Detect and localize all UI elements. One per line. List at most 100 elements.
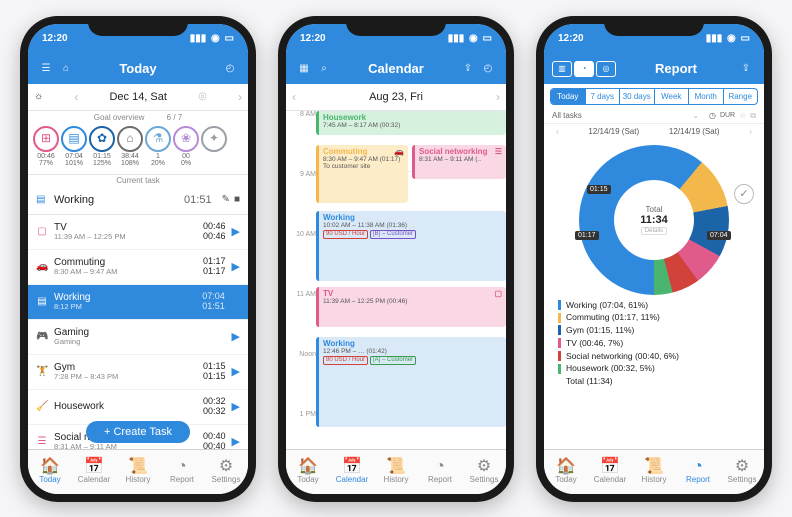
range-segmented-control[interactable]: Today7 days30 daysWeekMonthRange: [550, 88, 758, 105]
play-icon[interactable]: ▶: [232, 435, 240, 448]
calendar-body[interactable]: 8 AM9 AM10 AM11 AMNoon1 PM Housework7:45…: [286, 111, 506, 449]
play-icon[interactable]: ↻: [231, 295, 240, 308]
inbox-icon[interactable]: ⌂: [56, 63, 76, 74]
share-icon[interactable]: ⇪: [736, 63, 756, 74]
filter-row[interactable]: All tasks ⌄ ◷ DUR ☆ ⧉: [544, 109, 764, 124]
goal-item[interactable]: ⊞00:4677%: [32, 126, 60, 168]
clock-icon[interactable]: ◷: [709, 111, 716, 120]
phone-report: 12:20 ▮▮▮ ◉ ▭ ▥ ◔ ◎ Report ⇪ Today7 days…: [536, 16, 772, 502]
star-icon[interactable]: ☆: [739, 111, 746, 120]
details-button[interactable]: Details: [641, 227, 667, 235]
legend-item[interactable]: Gym (01:15, 11%): [558, 324, 750, 337]
date-picker-row[interactable]: ☼ ‹ Dec 14, Sat ◎ ›: [28, 84, 248, 111]
tab-today[interactable]: 🏠Today: [544, 450, 588, 494]
goal-item[interactable]: ❀000%: [172, 126, 200, 168]
play-icon[interactable]: ▶: [232, 225, 240, 238]
goal-item[interactable]: ⌂38:44108%: [116, 126, 144, 168]
timer-icon[interactable]: ◴: [220, 63, 240, 74]
filter-icon[interactable]: ☰: [36, 63, 56, 74]
task-row[interactable]: ▤Working8:12 PM07:0401:51↻: [28, 285, 248, 320]
segment-month[interactable]: Month: [689, 89, 724, 104]
edit-icon[interactable]: ✎: [222, 194, 230, 205]
goal-item[interactable]: ✦: [200, 126, 228, 168]
play-icon[interactable]: ▶: [232, 400, 240, 413]
segment-today[interactable]: Today: [551, 89, 586, 104]
tab-history[interactable]: 📜History: [374, 450, 418, 494]
create-task-button[interactable]: + Create Task: [86, 421, 190, 443]
legend-item[interactable]: Social networking (00:40, 6%): [558, 350, 750, 363]
play-icon[interactable]: ▶: [232, 330, 240, 343]
donut-center[interactable]: Total 11:34 Details: [614, 180, 694, 260]
task-row[interactable]: ▢TV11:39 AM – 12:25 PM00:4600:46▶: [28, 215, 248, 250]
segment-week[interactable]: Week: [655, 89, 690, 104]
copy-icon[interactable]: ⧉: [750, 111, 756, 121]
tab-report[interactable]: ◔Report: [418, 450, 462, 494]
next-day-icon[interactable]: ›: [496, 90, 500, 104]
donut-chart[interactable]: Total 11:34 Details 01:1701:1507:04: [579, 145, 729, 295]
tab-calendar[interactable]: 📅Calendar: [588, 450, 632, 494]
legend-item[interactable]: Working (07:04, 61%): [558, 299, 750, 312]
bar-chart-icon[interactable]: ▥: [552, 61, 572, 77]
calendar-event[interactable]: Commuting 🚗8:30 AM – 9:47 AM (01:17)To c…: [316, 145, 408, 203]
day-view-icon[interactable]: ▦: [294, 63, 314, 74]
current-task-time: 01:51: [184, 194, 212, 206]
tab-settings[interactable]: ⚙Settings: [462, 450, 506, 494]
legend-swatch: [558, 300, 561, 310]
prev-day-icon[interactable]: ‹: [292, 90, 296, 104]
segment-30 days[interactable]: 30 days: [620, 89, 655, 104]
tab-settings[interactable]: ⚙Settings: [204, 450, 248, 494]
calendar-event[interactable]: Working10:02 AM – 11:38 AM (01:36)90 USD…: [316, 211, 506, 281]
tab-calendar[interactable]: 📅Calendar: [72, 450, 116, 494]
segment-range[interactable]: Range: [724, 89, 758, 104]
legend-item[interactable]: TV (00:46, 7%): [558, 337, 750, 350]
play-icon[interactable]: ▶: [232, 365, 240, 378]
tab-calendar[interactable]: 📅Calendar: [330, 450, 374, 494]
goal-icon: ⊞: [33, 126, 59, 152]
next-day-icon[interactable]: ›: [238, 90, 242, 104]
current-task-row[interactable]: ▤ Working 01:51 ✎ ■: [28, 186, 248, 215]
calendar-event[interactable]: Working12:46 PM – … (01:42)80 USD / Hour…: [316, 337, 506, 427]
tag-icon[interactable]: ◎: [198, 91, 207, 102]
chart-type-switch[interactable]: ▥ ◔ ◎: [552, 61, 616, 77]
signal-icon: ▮▮▮: [448, 33, 465, 44]
legend-item[interactable]: Housework (00:32, 5%): [558, 362, 750, 375]
goal-item[interactable]: ▤07:04101%: [60, 126, 88, 168]
target-icon[interactable]: ◎: [596, 61, 616, 77]
legend-item[interactable]: Commuting (01:17, 11%): [558, 311, 750, 324]
share-icon[interactable]: ⇪: [458, 63, 478, 74]
tab-settings[interactable]: ⚙Settings: [720, 450, 764, 494]
zoom-icon[interactable]: ⌕: [314, 63, 334, 74]
tab-history[interactable]: 📜History: [116, 450, 160, 494]
calendar-event[interactable]: TV ▢11:39 AM – 12:25 PM (00:46): [316, 287, 506, 327]
next-range-icon[interactable]: ›: [749, 127, 752, 136]
task-row[interactable]: 🏋Gym7:28 PM – 8:43 PM01:1501:15▶: [28, 355, 248, 390]
segment-7 days[interactable]: 7 days: [586, 89, 621, 104]
today-header: ☰ ⌂ Today ◴: [28, 54, 248, 84]
calendar-icon: 📅: [600, 459, 620, 475]
phone-today: 12:20 ▮▮▮ ◉ ▭ ☰ ⌂ Today ◴ ☼ ‹ Dec 14, Sa…: [20, 16, 256, 502]
task-filter[interactable]: All tasks: [552, 111, 692, 120]
tab-report[interactable]: ◔Report: [676, 450, 720, 494]
stop-icon[interactable]: ■: [234, 194, 240, 205]
task-row[interactable]: 🚗Commuting8:30 AM – 9:47 AM01:1701:17▶: [28, 250, 248, 285]
legend-swatch: [558, 313, 561, 323]
tab-today[interactable]: 🏠Today: [28, 450, 72, 494]
chevron-down-icon: ⌄: [692, 111, 699, 120]
play-icon[interactable]: ▶: [232, 260, 240, 273]
calendar-event[interactable]: Social networking ☰8:31 AM – 9:11 AM (..: [412, 145, 506, 179]
timer-icon[interactable]: ◴: [478, 63, 498, 74]
goal-item[interactable]: ✿01:15125%: [88, 126, 116, 168]
task-row[interactable]: 🎮GamingGaming▶: [28, 320, 248, 355]
pie-chart-icon[interactable]: ◔: [574, 61, 594, 77]
prev-day-icon[interactable]: ‹: [74, 90, 78, 104]
tab-report[interactable]: ◔Report: [160, 450, 204, 494]
date-picker-row[interactable]: ‹ Aug 23, Fri ›: [286, 84, 506, 111]
check-button[interactable]: ✓: [734, 184, 754, 204]
tab-today[interactable]: 🏠Today: [286, 450, 330, 494]
calendar-event[interactable]: Housework7:45 AM – 8:17 AM (00:32): [316, 111, 506, 135]
goal-row[interactable]: ⊞00:4677%▤07:04101%✿01:15125%⌂38:44108%⚗…: [28, 124, 248, 175]
goal-item[interactable]: ⚗120%: [144, 126, 172, 168]
prev-range-icon[interactable]: ‹: [556, 127, 559, 136]
goal-icon: ✿: [89, 126, 115, 152]
tab-history[interactable]: 📜History: [632, 450, 676, 494]
